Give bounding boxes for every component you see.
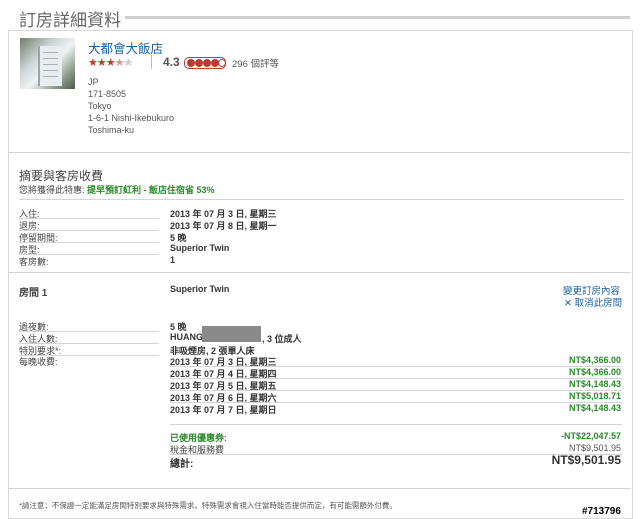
nightly-rate-label: 每晚收費: [19,357,58,367]
redacted-name [202,326,261,342]
nightly-price: NT$4,366.00 [568,355,621,365]
room-count-label: 客房數: [19,257,49,267]
total-value: NT$9,501.95 [551,453,621,467]
nightly-price: NT$4,366.00 [568,367,621,377]
tax-value: NT$9,501.95 [568,443,621,453]
hotel-photo[interactable] [20,38,75,89]
star-rating-icon: ★★★★★ [88,57,133,69]
divider [19,199,624,200]
nightly-price: NT$4,148.43 [568,403,621,413]
summary-title: 摘要與客房收費 [19,169,104,183]
close-icon: ✕ [564,298,572,309]
guest-name: HUANG [170,332,203,342]
nightly-date: 2013 年 07 月 7 日, 星期日 [170,405,277,415]
guest-count: , 3 位成人 [262,334,302,344]
address-postcode: 171-8505 [88,89,127,99]
total-label: 總計: [170,459,194,470]
room-type-value: Superior Twin [170,243,230,253]
address-ward: Toshima-ku [88,125,135,135]
divider [9,272,631,273]
offer-line: 您將獲得此特惠: 提早預訂紅利 - 飯店住宿省 53% [19,183,215,196]
cancel-room-label: 取消此房間 [574,298,623,309]
review-score: 4.3 [163,55,180,69]
room-count-value: 1 [170,255,176,265]
discount-value: -NT$22,047.57 [560,431,621,441]
room-label: 房間 1 [19,288,48,299]
nightly-price: NT$5,018.71 [568,391,621,401]
watermark: #713796 [580,506,623,517]
row-divider [19,218,159,219]
address-street: 1-6-1 Nishi-Ikebukuro [88,113,175,123]
room-type: Superior Twin [170,284,230,294]
title-underline [125,16,630,19]
cancel-room-link[interactable]: ✕ 取消此房間 [564,295,622,309]
offer-prefix: 您將獲得此特惠: [19,185,88,195]
rating-bubbles-icon [184,57,226,69]
offer-text: 提早預訂紅利 - 飯店住宿省 53% [87,185,215,195]
divider [170,424,622,425]
review-count: 296 個評等 [232,59,279,70]
footnote: *請注意：不保證一定能滿足房間特別要求與特殊需求。特殊需求會視入住當時能否提供而… [19,501,397,510]
rating-divider [151,55,152,69]
nightly-price: NT$4,148.43 [568,379,621,389]
row-divider [19,242,159,243]
address-city: Tokyo [88,101,112,111]
address-country: JP [88,77,99,87]
page-title: 訂房詳細資料 [19,11,121,30]
divider [9,152,631,153]
divider [9,488,631,489]
